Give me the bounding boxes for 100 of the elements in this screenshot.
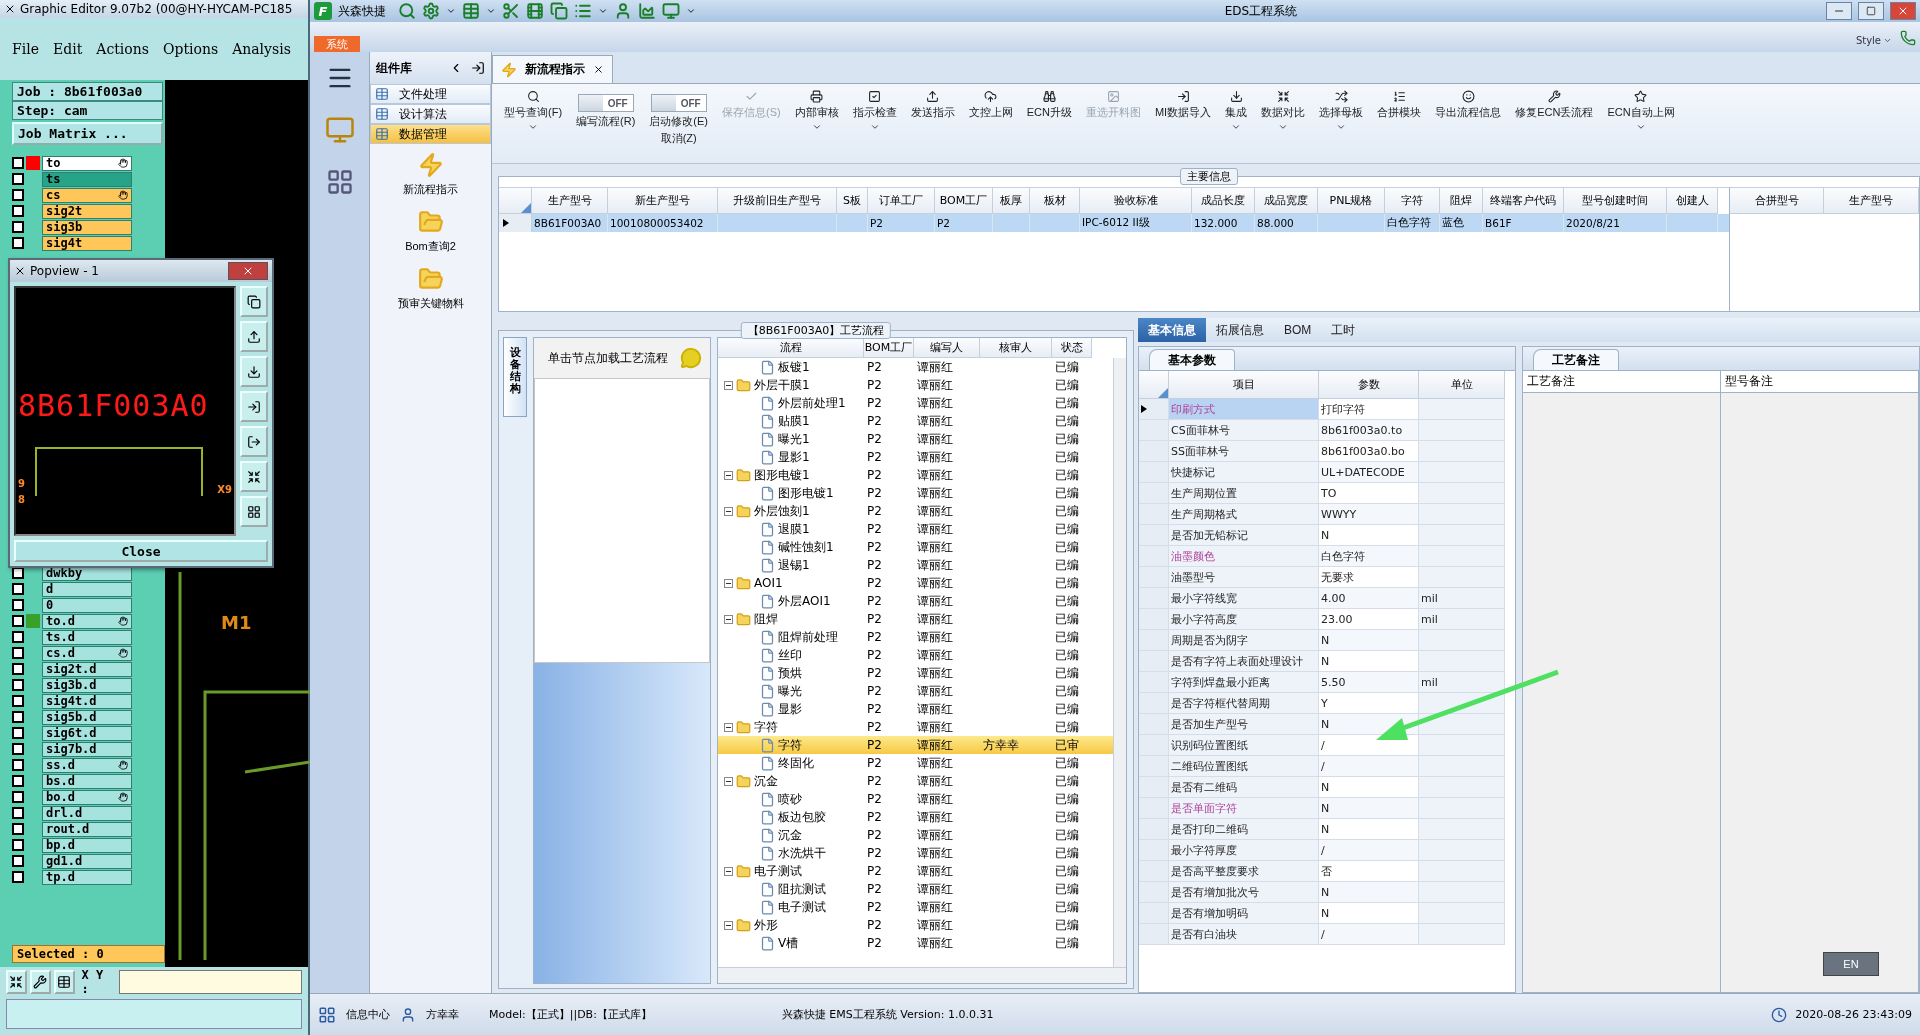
step-name: 电子测试 <box>778 898 826 916</box>
param-name: 生产周期位置 <box>1169 483 1319 504</box>
table-cell-text: P2 <box>866 810 883 824</box>
table-cell-text: P2 <box>866 432 883 446</box>
window-title: EDS工程系统 <box>1224 2 1298 20</box>
step-name: 板边包胶 <box>778 808 826 826</box>
step-name: 字符 <box>754 718 778 736</box>
table-cell-text: 已编 <box>1054 502 1080 520</box>
param-name: 最小字符高度 <box>1169 609 1319 630</box>
table-cell-text: 已编 <box>1054 646 1080 664</box>
table-cell-text: 谭丽红 <box>916 610 954 628</box>
datetime-label: 2020-08-26 23:43:09 <box>1795 1008 1912 1021</box>
table-cell: 132.000 <box>1192 214 1255 232</box>
step-name: 阻抗测试 <box>778 880 826 898</box>
step-name: 外层干膜1 <box>754 376 810 394</box>
table-cell-text: P2 <box>866 828 883 842</box>
step-name: 板镀1 <box>778 358 810 376</box>
table-cell-text: 谭丽红 <box>916 862 954 880</box>
table-cell-text: 已编 <box>1054 916 1080 934</box>
param-name: 是否单面字符 <box>1169 798 1319 819</box>
step-name: 电子测试 <box>754 862 802 880</box>
step-name: 显影1 <box>778 448 810 466</box>
param-name: 最小字符厚度 <box>1169 840 1319 861</box>
table-cell-text: P2 <box>866 594 883 608</box>
version-label: 兴森快捷 EMS工程系统 Version: 1.0.0.31 <box>781 1007 994 1022</box>
param-name: 是否有增加批次号 <box>1169 882 1319 903</box>
step-name: 碱性蚀刻1 <box>778 538 834 556</box>
step-name: 沉金 <box>754 772 778 790</box>
step-name: 外层AOI1 <box>778 592 831 610</box>
table-cell-text: 方幸幸 <box>982 736 1020 754</box>
table-cell-text: P2 <box>866 792 883 806</box>
table-cell-text: P2 <box>866 504 883 518</box>
table-cell-text: P2 <box>866 414 883 428</box>
table-cell-text: P2 <box>866 576 883 590</box>
table-cell-text: P2 <box>866 396 883 410</box>
table-cell-text: 已编 <box>1054 880 1080 898</box>
table-cell-text: 已编 <box>1054 448 1080 466</box>
param-name: 油墨颜色 <box>1169 546 1319 567</box>
table-cell-text: 谭丽红 <box>916 898 954 916</box>
table-cell-text: 谭丽红 <box>916 772 954 790</box>
step-name: 外形 <box>754 916 778 934</box>
table-cell-text: 谭丽红 <box>916 592 954 610</box>
table-cell-text: P2 <box>866 612 883 626</box>
table-cell-text: 已编 <box>1054 700 1080 718</box>
table-cell-text: P2 <box>866 936 883 950</box>
param-name: 快捷标记 <box>1169 462 1319 483</box>
table-cell-text: P2 <box>866 684 883 698</box>
step-name: 图形电镀1 <box>778 484 834 502</box>
step-name: 水洗烘干 <box>778 844 826 862</box>
preview-label: 8 <box>18 494 25 505</box>
xy-label: X Y : <box>81 968 105 996</box>
param-name: 是否高平整度要求 <box>1169 861 1319 882</box>
table-cell-text: P2 <box>866 666 883 680</box>
table-cell-text: 已审 <box>1054 736 1080 754</box>
table-cell-text: P2 <box>866 450 883 464</box>
table-cell-text: 谭丽红 <box>916 520 954 538</box>
table-cell-text: 已编 <box>1054 628 1080 646</box>
table-cell-text: 已编 <box>1054 718 1080 736</box>
table-cell-text: 谭丽红 <box>916 808 954 826</box>
table-cell-text: 已编 <box>1054 826 1080 844</box>
table-cell-text: P2 <box>866 864 883 878</box>
column-header: 型号备注 <box>1721 371 1918 393</box>
step-name: 曝光 <box>778 682 802 700</box>
table-cell-text: 已编 <box>1054 592 1080 610</box>
table-cell-text: 已编 <box>1054 610 1080 628</box>
step-name: 贴膜1 <box>778 412 810 430</box>
table-cell-text: P2 <box>866 630 883 644</box>
table-cell: 8B61F003A0 <box>532 214 608 232</box>
table-cell-text: 已编 <box>1054 394 1080 412</box>
table-cell-text: 已编 <box>1054 520 1080 538</box>
step-label: Step: cam <box>12 101 163 120</box>
table-cell: 白色字符 <box>1385 214 1440 232</box>
app-logo: F <box>314 2 332 20</box>
group-title: 【8B61F003A0】工艺流程 <box>740 322 892 339</box>
environment-label: Model:【正式】||DB:【正式库】 <box>489 1007 652 1022</box>
step-name: 丝印 <box>778 646 802 664</box>
param-name: 二维码位置图纸 <box>1169 756 1319 777</box>
table-cell-text: 谭丽红 <box>916 664 954 682</box>
param-name: SS面菲林号 <box>1169 441 1319 462</box>
step-name: 显影 <box>778 700 802 718</box>
table-cell-text: 已编 <box>1054 790 1080 808</box>
step-name: 阻焊 <box>754 610 778 628</box>
table-cell-text: 已编 <box>1054 466 1080 484</box>
table-cell-text: P2 <box>866 486 883 500</box>
table-cell-text: 谭丽红 <box>916 574 954 592</box>
step-name: 外层前处理1 <box>778 394 846 412</box>
param-name: 油墨型号 <box>1169 567 1319 588</box>
table-cell-text: 谭丽红 <box>916 682 954 700</box>
table-cell-text: 谭丽红 <box>916 916 954 934</box>
table-cell-text: 谭丽红 <box>916 430 954 448</box>
preview-label: 9 <box>18 478 25 489</box>
table-cell-text: 谭丽红 <box>916 934 954 952</box>
table-cell-text: 谭丽红 <box>916 538 954 556</box>
table-cell-text: 已编 <box>1054 772 1080 790</box>
table-cell-text: 已编 <box>1054 862 1080 880</box>
job-label: Job : 8b61f003a0 <box>12 82 163 101</box>
table-cell-text: 已编 <box>1054 556 1080 574</box>
table-cell-text: 谭丽红 <box>916 646 954 664</box>
step-name: 图形电镀1 <box>754 466 810 484</box>
step-name: 退膜1 <box>778 520 810 538</box>
